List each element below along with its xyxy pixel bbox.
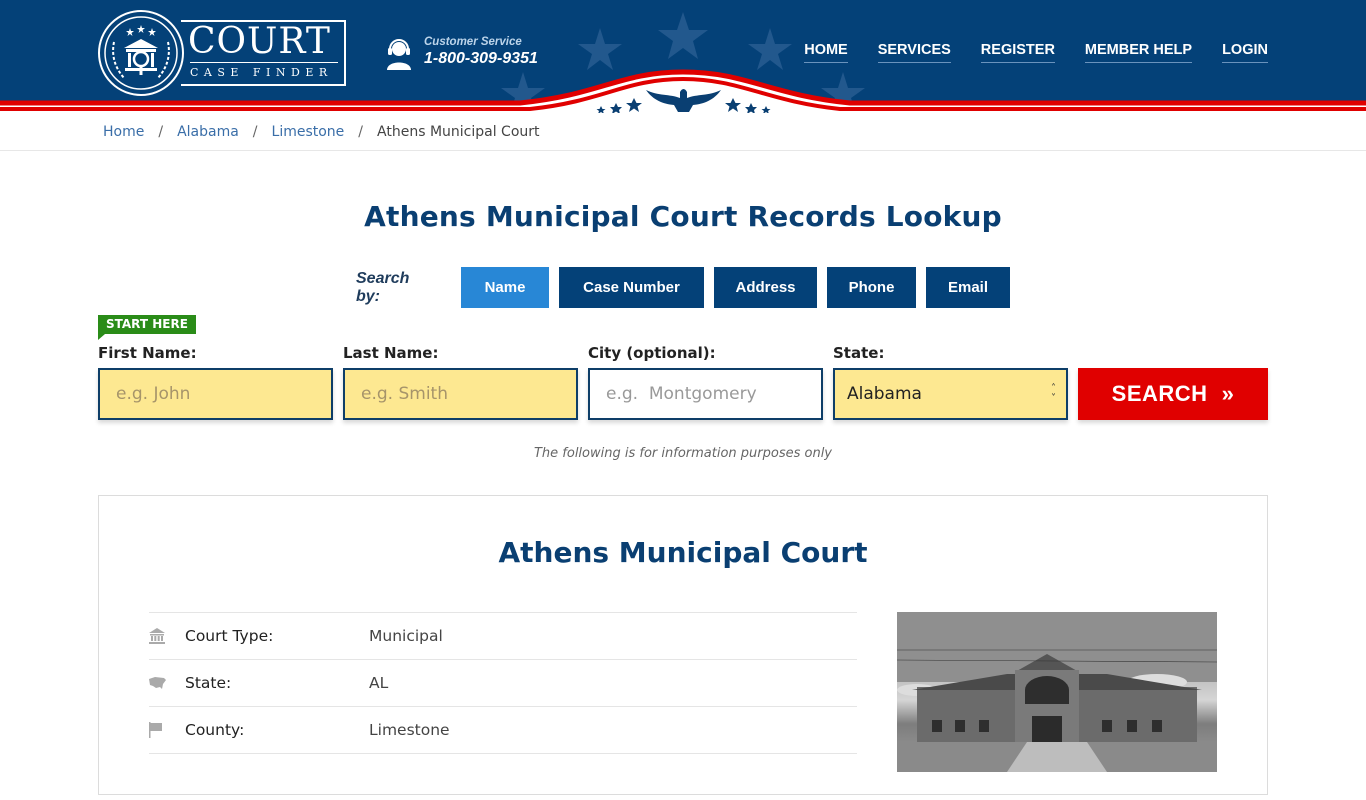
tab-email[interactable]: Email <box>926 267 1010 308</box>
detail-key: County: <box>185 721 245 739</box>
detail-row-court-type: Court Type: Municipal <box>149 612 857 659</box>
detail-key: Court Type: <box>185 627 274 645</box>
courthouse-building-image <box>897 612 1217 772</box>
disclaimer-text: The following is for information purpose… <box>533 446 833 461</box>
main-nav: HOME SERVICES REGISTER MEMBER HELP LOGIN <box>804 42 1268 63</box>
detail-row-county: County: Limestone <box>149 706 857 753</box>
city-group: City (optional): <box>588 344 823 420</box>
search-button[interactable]: SEARCH » <box>1078 368 1268 420</box>
breadcrumb-limestone[interactable]: Limestone <box>272 124 345 140</box>
breadcrumb: Home / Alabama / Limestone / Athens Muni… <box>0 113 1366 151</box>
court-details-list: Court Type: Municipal State: AL County: … <box>149 612 857 800</box>
nav-services[interactable]: SERVICES <box>877 42 951 63</box>
site-header: COURT CASE FINDER Customer Service 1-800… <box>0 0 1366 113</box>
city-label: City (optional): <box>588 344 716 362</box>
court-info-card: Athens Municipal Court Court Type: Munic… <box>98 495 1268 795</box>
customer-service-label: Customer Service <box>424 36 522 48</box>
state-group: State: Alabama ˄ ˅ <box>833 344 1068 420</box>
headset-icon <box>387 39 411 70</box>
flag-icon <box>149 722 185 738</box>
first-name-label: First Name: <box>98 344 197 362</box>
breadcrumb-separator: / <box>358 123 364 140</box>
state-selected-value: Alabama <box>847 384 922 404</box>
usa-map-icon <box>149 676 185 690</box>
breadcrumb-home[interactable]: Home <box>103 124 144 140</box>
detail-value: Municipal <box>369 627 443 645</box>
nav-member-help[interactable]: MEMBER HELP <box>1084 42 1193 63</box>
detail-value: AL <box>369 674 389 692</box>
tab-case-number[interactable]: Case Number <box>559 267 704 308</box>
double-chevron-right-icon: » <box>1221 381 1235 406</box>
court-name-heading: Athens Municipal Court <box>498 536 868 569</box>
eagle-stars-emblem-icon <box>596 89 771 113</box>
page-title: Athens Municipal Court Records Lookup <box>364 200 1002 233</box>
breadcrumb-separator: / <box>252 123 258 140</box>
customer-service-phone[interactable]: 1-800-309-9351 <box>424 50 538 68</box>
search-by-label: Search by: <box>356 269 410 305</box>
breadcrumb-current: Athens Municipal Court <box>377 123 540 140</box>
search-button-label: SEARCH <box>1111 381 1208 406</box>
city-input[interactable] <box>588 368 823 420</box>
logo-title: COURT <box>188 21 331 62</box>
first-name-input[interactable] <box>98 368 333 420</box>
courthouse-photo <box>897 612 1217 772</box>
detail-row-divider <box>149 753 857 800</box>
tab-address[interactable]: Address <box>714 267 817 308</box>
logo-subtitle: CASE FINDER <box>190 66 333 79</box>
start-here-badge: START HERE <box>98 315 196 340</box>
tab-name[interactable]: Name <box>461 267 549 308</box>
nav-home[interactable]: HOME <box>804 42 848 63</box>
first-name-group: First Name: <box>98 344 333 420</box>
search-by-tabs: Search by: Name Case Number Address Phon… <box>356 267 1020 308</box>
last-name-input[interactable] <box>343 368 578 420</box>
nav-login[interactable]: LOGIN <box>1222 42 1268 63</box>
breadcrumb-separator: / <box>158 123 164 140</box>
detail-key: State: <box>185 674 232 692</box>
detail-row-state: State: AL <box>149 659 857 706</box>
courthouse-icon <box>149 628 185 644</box>
nav-register[interactable]: REGISTER <box>980 42 1055 63</box>
logo-divider <box>190 62 338 63</box>
detail-value: Limestone <box>369 721 450 739</box>
last-name-label: Last Name: <box>343 344 439 362</box>
state-select[interactable]: Alabama ˄ ˅ <box>833 368 1068 420</box>
last-name-group: Last Name: <box>343 344 578 420</box>
state-label: State: <box>833 344 885 362</box>
site-logo[interactable]: COURT CASE FINDER <box>98 10 348 96</box>
courthouse-emblem-icon <box>98 10 184 96</box>
select-updown-icon: ˄ ˅ <box>1051 383 1056 404</box>
breadcrumb-alabama[interactable]: Alabama <box>177 124 239 140</box>
tab-phone[interactable]: Phone <box>827 267 916 308</box>
